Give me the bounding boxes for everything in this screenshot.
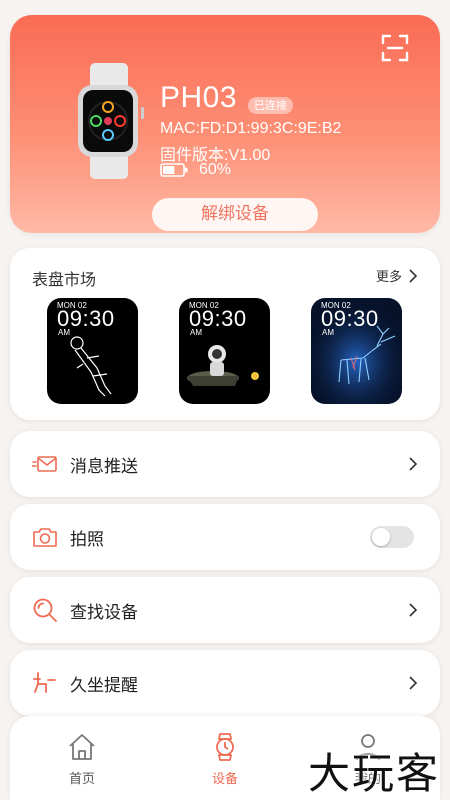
watch-face-1[interactable]: MON 02 09:30 AM [47,298,138,404]
watch-face-market: 表盘市场 更多 MON 02 09:30 AM MON 02 09:30 AM … [10,248,440,420]
chevron-right-icon [409,603,418,617]
sedentary-reminder-row[interactable]: 久坐提醒 [10,650,440,716]
battery-icon [160,163,188,177]
watch-icon [216,733,234,761]
sedentary-icon [33,672,56,693]
camera-label: 拍照 [70,529,104,550]
tab-device[interactable]: 设备 [185,732,265,787]
more-link[interactable]: 更多 [376,266,418,285]
tab-home[interactable]: 首页 [42,732,122,787]
tab-device-label: 设备 [211,772,238,787]
camera-row: 拍照 [10,504,440,570]
home-icon [69,734,95,760]
camera-icon [33,528,57,547]
watch-image [78,63,144,179]
connection-status-badge: 已连接 [248,97,293,114]
message-push-label: 消息推送 [70,456,138,477]
watch-face-2[interactable]: MON 02 09:30 AM [179,298,270,404]
unbind-device-button[interactable]: 解绑设备 [152,198,318,231]
watermark: 大玩客 [307,749,440,798]
device-card: PH03 已连接 MAC:FD:D1:99:3C:9E:B2 固件版本:V1.0… [10,15,440,233]
battery-percent: 60% [199,161,232,178]
chevron-right-icon [409,457,418,471]
face-ampm: AM [322,328,334,337]
chevron-right-icon [409,676,418,690]
more-label: 更多 [375,270,402,285]
watch-face-3[interactable]: MON 02 09:30 AM [311,298,402,404]
face-ampm: AM [58,328,70,337]
toggle-knob [372,528,390,546]
message-icon [32,456,57,472]
scan-icon[interactable] [380,33,410,63]
find-device-row[interactable]: 查找设备 [10,577,440,643]
search-icon [33,598,57,622]
tab-home-label: 首页 [68,772,95,787]
market-title: 表盘市场 [32,270,97,289]
find-device-label: 查找设备 [70,602,138,623]
camera-toggle[interactable] [370,526,414,548]
device-mac-address: MAC:FD:D1:99:3C:9E:B2 [160,120,342,137]
message-push-row[interactable]: 消息推送 [10,431,440,497]
face-ampm: AM [190,328,202,337]
chevron-right-icon [409,268,418,283]
device-name: PH03 [160,81,238,114]
sedentary-reminder-label: 久坐提醒 [70,675,138,696]
